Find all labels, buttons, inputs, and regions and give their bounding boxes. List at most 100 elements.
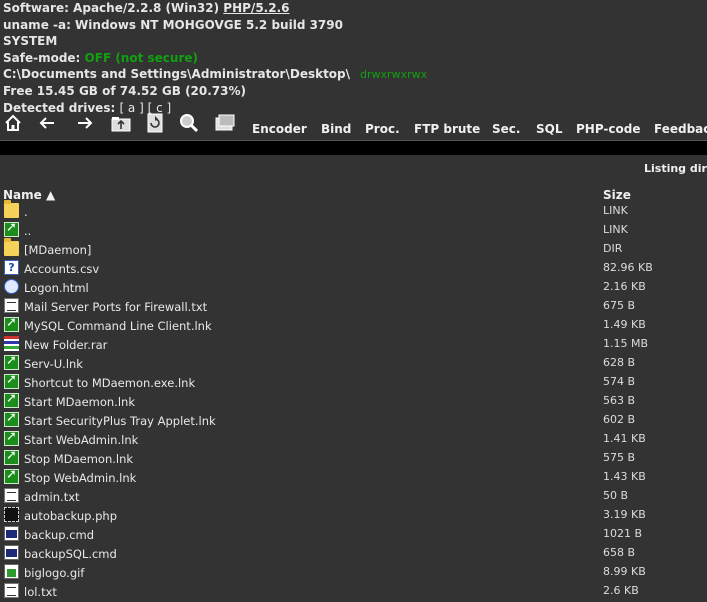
file-size: LINK — [603, 223, 628, 236]
toolbar-sql[interactable]: SQL — [536, 122, 563, 136]
archive-icon — [4, 336, 19, 351]
server-info: Software: Apache/2.2.8 (Win32) PHP/5.2.6… — [3, 0, 427, 116]
shortcut-icon — [4, 467, 19, 484]
file-row[interactable]: Serv-U.lnk 628 B — [0, 353, 707, 372]
refresh-icon[interactable] — [144, 112, 166, 134]
cmd-file-icon — [4, 526, 19, 541]
software-line: Software: Apache/2.2.8 (Win32) PHP/5.2.6 — [3, 0, 427, 17]
forward-arrow-icon[interactable] — [74, 112, 96, 134]
file-size: 2.6 KB — [603, 584, 639, 597]
safe-mode-line: Safe-mode: OFF (not secure) — [3, 50, 427, 67]
toolbar-feedback[interactable]: Feedback — [654, 122, 707, 136]
toolbar-encoder[interactable]: Encoder — [252, 122, 307, 136]
file-row[interactable]: .. LINK — [0, 220, 707, 239]
file-name[interactable]: Stop MDaemon.lnk — [24, 452, 133, 466]
user-line: SYSTEM — [3, 34, 58, 49]
file-name[interactable]: Logon.html — [24, 281, 89, 295]
file-size: 575 B — [603, 451, 636, 464]
image-file-icon — [4, 564, 19, 579]
php-version-link[interactable]: PHP/5.2.6 — [223, 1, 289, 15]
uname-line: uname -a: Windows NT MOHGOVGE 5.2 build … — [3, 17, 343, 32]
file-row[interactable]: . LINK — [0, 200, 707, 220]
file-row[interactable]: lol.txt 2.6 KB — [0, 581, 707, 600]
file-name[interactable]: backupSQL.cmd — [24, 547, 117, 561]
separator-bar — [0, 140, 707, 155]
file-row[interactable]: [MDaemon] DIR — [0, 238, 707, 258]
file-name[interactable]: MySQL Command Line Client.lnk — [24, 319, 212, 333]
file-size: 2.16 KB — [603, 280, 646, 293]
text-file-icon — [4, 488, 19, 503]
toolbar-proc[interactable]: Proc. — [365, 122, 400, 136]
file-row[interactable]: Stop WebAdmin.lnk 1.43 KB — [0, 467, 707, 486]
file-row[interactable]: admin.txt 50 B — [0, 486, 707, 505]
file-row[interactable]: ? Accounts.csv 82.96 KB — [0, 258, 707, 277]
file-name[interactable]: lol.txt — [24, 585, 57, 599]
file-row[interactable]: backup.cmd 1021 B — [0, 524, 707, 543]
file-size: 1021 B — [603, 527, 643, 540]
file-name[interactable]: . — [24, 205, 28, 219]
file-row[interactable]: backupSQL.cmd 658 B — [0, 543, 707, 562]
safe-mode-label: Safe-mode: — [3, 50, 85, 65]
file-name[interactable]: Shortcut to MDaemon.exe.lnk — [24, 376, 195, 390]
file-row[interactable]: Start MDaemon.lnk 563 B — [0, 391, 707, 410]
shortcut-icon — [4, 372, 19, 389]
file-name[interactable]: Start WebAdmin.lnk — [24, 433, 138, 447]
up-folder-icon[interactable] — [110, 112, 132, 134]
text-file-icon — [4, 583, 19, 598]
file-name[interactable]: biglogo.gif — [24, 566, 84, 580]
file-name[interactable]: Start SecurityPlus Tray Applet.lnk — [24, 414, 216, 428]
file-name[interactable]: Stop WebAdmin.lnk — [24, 471, 136, 485]
file-size: 1.41 KB — [603, 432, 646, 445]
permissions-badge: drwxrwxrwx — [360, 68, 428, 82]
file-row[interactable]: Stop MDaemon.lnk 575 B — [0, 448, 707, 467]
php-file-icon — [4, 507, 19, 522]
file-name[interactable]: Start MDaemon.lnk — [24, 395, 135, 409]
size-column-header[interactable]: Size — [603, 188, 631, 202]
search-icon[interactable] — [178, 112, 200, 134]
file-row[interactable]: autobackup.php 3.19 KB — [0, 505, 707, 524]
file-size: 574 B — [603, 375, 636, 388]
file-row[interactable]: biglogo.gif 8.99 KB — [0, 562, 707, 581]
home-icon[interactable] — [2, 112, 24, 134]
file-size: 602 B — [603, 413, 636, 426]
file-size: 8.99 KB — [603, 565, 646, 578]
folder-icon — [4, 238, 19, 256]
file-name[interactable]: New Folder.rar — [24, 338, 107, 352]
file-row[interactable]: Logon.html 2.16 KB — [0, 277, 707, 296]
file-row[interactable]: New Folder.rar 1.15 MB — [0, 334, 707, 353]
toolbar-php-code[interactable]: PHP-code — [576, 122, 641, 136]
file-row[interactable]: MySQL Command Line Client.lnk 1.49 KB — [0, 315, 707, 334]
current-path[interactable]: C:\Documents and Settings\Administrator\… — [3, 67, 350, 81]
file-name[interactable]: Serv-U.lnk — [24, 357, 83, 371]
toolbar-sec[interactable]: Sec. — [492, 122, 520, 136]
buffer-icon[interactable] — [214, 112, 236, 134]
file-name[interactable]: autobackup.php — [24, 509, 117, 523]
file-row[interactable]: Start SecurityPlus Tray Applet.lnk 602 B — [0, 410, 707, 429]
file-name[interactable]: Accounts.csv — [24, 262, 99, 276]
toolbar-ftp-brute[interactable]: FTP brute — [414, 122, 480, 136]
shortcut-icon — [4, 391, 19, 408]
file-row[interactable]: Start WebAdmin.lnk 1.41 KB — [0, 429, 707, 448]
file-name[interactable]: [MDaemon] — [24, 243, 91, 257]
file-name[interactable]: .. — [24, 224, 31, 238]
file-size: 1.49 KB — [603, 318, 646, 331]
file-size: DIR — [603, 242, 623, 255]
file-name[interactable]: Mail Server Ports for Firewall.txt — [24, 300, 207, 314]
file-list: . LINK.. LINK [MDaemon] DIR? Accounts.csv 82.9… — [0, 200, 707, 600]
file-size: 658 B — [603, 546, 636, 559]
file-size: 628 B — [603, 356, 636, 369]
html-file-icon — [4, 279, 19, 294]
toolbar-bind[interactable]: Bind — [321, 122, 351, 136]
folder-icon — [4, 200, 19, 218]
file-row[interactable]: Mail Server Ports for Firewall.txt 675 B — [0, 296, 707, 315]
file-row[interactable]: Shortcut to MDaemon.exe.lnk 574 B — [0, 372, 707, 391]
file-size: 50 B — [603, 489, 629, 502]
file-size: 82.96 KB — [603, 261, 653, 274]
back-arrow-icon[interactable] — [36, 112, 58, 134]
listing-dir-label: Listing dir — [644, 162, 707, 175]
file-size: 1.43 KB — [603, 470, 646, 483]
text-file-icon — [4, 298, 19, 313]
toolbar: Encoder Bind Proc. FTP brute Sec. SQL PH… — [0, 112, 707, 138]
file-name[interactable]: admin.txt — [24, 490, 80, 504]
file-name[interactable]: backup.cmd — [24, 528, 94, 542]
